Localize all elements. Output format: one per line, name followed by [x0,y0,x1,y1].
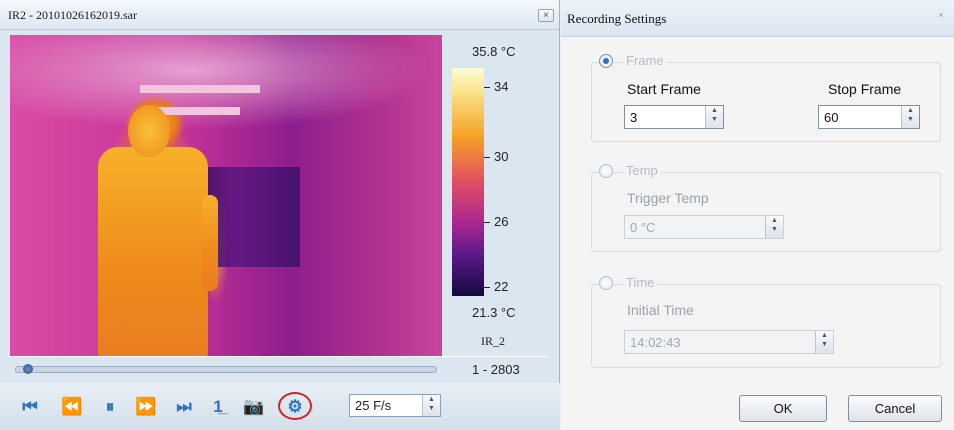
dialog-title: Recording Settings [567,11,667,26]
scale-tick [484,287,490,288]
stop-frame-label: Stop Frame [828,81,902,97]
temp-group-title: Temp [623,163,661,178]
scale-tick [484,157,490,158]
pause-icon[interactable]: ⏸ [98,397,122,417]
viewer-titlebar[interactable]: IR2 - 20101026162019.sar × [0,0,559,30]
scale-tick [484,222,490,223]
scale-min-label: 21.3 °C [472,305,516,320]
time-radio[interactable] [599,276,613,290]
playback-slider-thumb[interactable] [22,364,33,374]
spin-arrows-icon[interactable]: ▲ ▼ [901,106,919,128]
color-scale-bar [452,68,484,296]
start-frame-input[interactable]: 3 ▲ ▼ [624,105,724,129]
viewer-close-button[interactable]: × [538,9,554,22]
person-figure [98,147,208,357]
time-group-title: Time [623,275,658,290]
ir-viewer-window: IR2 - 20101026162019.sar × 35.8 °C 34 30… [0,0,560,430]
time-group [591,284,941,368]
start-frame-label: Start Frame [627,81,701,97]
recording-settings-dialog: Recording Settings × Frame Start Frame 3… [561,0,954,430]
scale-tick-label: 30 [494,149,509,164]
frame-radio[interactable] [599,54,613,68]
initial-time-input[interactable]: 14:02:43 ▲ ▼ [624,330,834,354]
fps-value: 25 F/s [355,398,392,413]
stop-frame-input[interactable]: 60 ▲ ▼ [818,105,920,129]
person-figure [202,195,218,291]
spin-arrows-icon[interactable]: ▲ ▼ [815,331,833,353]
dialog-titlebar[interactable]: Recording Settings × [561,0,954,37]
trigger-temp-input[interactable]: 0 °C ▲ ▼ [624,215,784,239]
scale-tick-label: 34 [494,79,509,94]
stop-frame-value: 60 [824,110,839,125]
viewer-title: IR2 - 20101026162019.sar [8,8,137,22]
temp-group [591,172,941,252]
scale-max-label: 35.8 °C [472,44,516,59]
playback-slider-track[interactable] [15,366,437,373]
temp-radio[interactable] [599,164,613,178]
trigger-temp-value: 0 °C [630,220,656,235]
dialog-close-button[interactable]: × [934,10,948,22]
first-frame-icon[interactable]: ⏮ [18,397,42,417]
trigger-temp-label: Trigger Temp [627,190,709,206]
fps-spinbox[interactable]: 25 F/s ▲ ▼ [349,394,441,417]
last-frame-icon[interactable]: ⏭ [172,397,196,417]
ok-button[interactable]: OK [739,395,827,422]
step-frame-icon[interactable]: 1̲ [206,397,230,417]
rewind-icon[interactable]: ⏪ [60,397,84,417]
frame-range-label: 1 - 2803 [472,362,520,377]
frame-group [591,62,941,142]
frame-group-title: Frame [623,53,667,68]
cancel-button[interactable]: Cancel [848,395,942,422]
highlight-circle [278,392,312,420]
spin-arrows-icon[interactable]: ▲ ▼ [422,395,440,416]
thermal-image[interactable] [10,35,442,357]
start-frame-value: 3 [630,110,638,125]
palette-name: IR_2 [481,334,505,348]
scale-tick [484,87,490,88]
initial-time-value: 14:02:43 [630,335,681,350]
initial-time-label: Initial Time [627,302,694,318]
divider [8,356,548,357]
person-head [128,105,170,157]
spin-arrows-icon[interactable]: ▲ ▼ [705,106,723,128]
camera-icon[interactable]: 📷 [242,397,266,417]
fast-forward-icon[interactable]: ⏩ [134,397,158,417]
scale-tick-label: 26 [494,214,509,229]
ceiling-light [140,85,260,93]
scale-tick-label: 22 [494,279,509,294]
spin-arrows-icon[interactable]: ▲ ▼ [765,216,783,238]
